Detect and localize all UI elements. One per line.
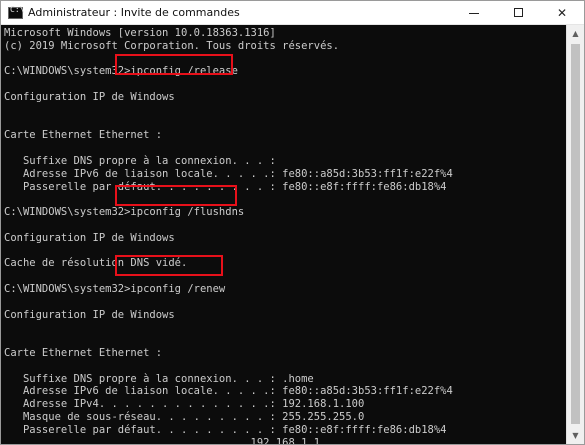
console-line: Suffixe DNS propre à la connexion. . . :… (4, 372, 314, 385)
minimize-icon (469, 12, 479, 14)
scroll-down-arrow-icon[interactable]: ▼ (567, 427, 584, 444)
vertical-scrollbar[interactable]: ▲ ▼ (566, 25, 584, 444)
console-line: C:\WINDOWS\system32>ipconfig /flushdns (4, 206, 245, 219)
console-line: Adresse IPv6 de liaison locale. . . . .:… (4, 167, 453, 180)
console-line: Carte Ethernet Ethernet : (4, 129, 163, 142)
console-line: Configuration IP de Windows (4, 231, 175, 244)
highlight-renew-command (115, 255, 223, 276)
console-line: Adresse IPv6 de liaison locale. . . . .:… (4, 385, 453, 398)
highlight-flushdns-command (115, 185, 237, 206)
console-line: 192.168.1.1 (4, 436, 321, 445)
command-prompt-window: C:\ Administrateur : Invite de commandes… (0, 0, 585, 445)
scroll-up-arrow-icon[interactable]: ▲ (567, 25, 584, 42)
console-output[interactable]: Microsoft Windows [version 10.0.18363.13… (1, 25, 567, 444)
minimize-button[interactable] (452, 1, 496, 24)
console-line: Passerelle par défaut. . . . . . . . . :… (4, 423, 447, 436)
console-line: Suffixe DNS propre à la connexion. . . : (4, 155, 276, 167)
console-line: Configuration IP de Windows (4, 91, 175, 103)
maximize-icon (513, 8, 523, 17)
close-icon: ✕ (556, 5, 568, 20)
maximize-button[interactable] (496, 1, 540, 24)
console-line: Microsoft Windows [version 10.0.18363.13… (4, 27, 276, 39)
cmd-app-icon: C:\ (8, 5, 24, 19)
console-line: Masque de sous-réseau. . . . . . . . . :… (4, 411, 365, 423)
scrollbar-thumb[interactable] (571, 44, 580, 424)
console-line: (c) 2019 Microsoft Corporation. Tous dro… (4, 39, 340, 52)
console-line: Adresse IPv4. . . . . . . . . . . . . .:… (4, 398, 365, 411)
close-button[interactable]: ✕ (540, 1, 584, 24)
console-line: C:\WINDOWS\system32>ipconfig /renew (4, 283, 226, 295)
console-line: Configuration IP de Windows (4, 308, 175, 321)
console-line: Carte Ethernet Ethernet : (4, 347, 163, 359)
title-bar[interactable]: C:\ Administrateur : Invite de commandes… (1, 1, 584, 25)
highlight-release-command (115, 54, 233, 75)
window-title: Administrateur : Invite de commandes (28, 6, 240, 19)
